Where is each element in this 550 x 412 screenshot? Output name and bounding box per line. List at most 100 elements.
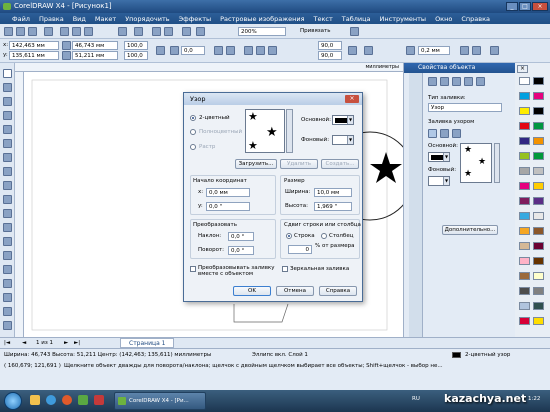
convert-to-curves-icon[interactable] <box>490 46 499 55</box>
outline-tab-icon[interactable] <box>440 77 449 86</box>
prev-page-icon[interactable]: ◄ <box>22 340 26 346</box>
fill-tool-icon[interactable] <box>3 307 12 316</box>
options-icon[interactable] <box>350 27 359 36</box>
interactive-fill-tool-icon[interactable] <box>3 321 12 330</box>
two-color-radio[interactable] <box>190 115 196 121</box>
eyedropper-tool-icon[interactable] <box>3 279 12 288</box>
cancel-button[interactable]: Отмена <box>276 286 314 296</box>
new-document-icon[interactable] <box>4 27 13 36</box>
pie-icon[interactable] <box>256 46 265 55</box>
close-button[interactable]: × <box>532 2 548 11</box>
color-swatch[interactable] <box>519 122 530 130</box>
menu-window[interactable]: Окно <box>435 15 452 23</box>
direction-icon[interactable] <box>348 46 357 55</box>
menu-effects[interactable]: Эффекты <box>179 15 212 23</box>
docker-tabs[interactable] <box>409 73 423 337</box>
color-swatch[interactable] <box>519 257 530 265</box>
color-swatch[interactable] <box>533 242 544 250</box>
freehand-tool-icon[interactable] <box>3 125 12 134</box>
smart-fill-tool-icon[interactable] <box>3 139 12 148</box>
shape-tool-icon[interactable] <box>3 83 12 92</box>
ie-icon[interactable] <box>46 395 56 405</box>
print-icon[interactable] <box>44 27 53 36</box>
position-x-field[interactable]: 142,463 мм <box>9 41 59 50</box>
offset-percent-field[interactable]: 0 <box>288 245 312 254</box>
docker-advanced-button[interactable]: Дополнительно... <box>442 225 498 235</box>
no-color-swatch[interactable]: × <box>517 65 528 73</box>
text-tool-icon[interactable] <box>3 209 12 218</box>
color-swatch[interactable] <box>533 77 544 85</box>
color-swatch[interactable] <box>519 167 530 175</box>
color-swatch[interactable] <box>533 137 544 145</box>
maximize-button[interactable]: □ <box>519 2 531 11</box>
dimension-tool-icon[interactable] <box>3 237 12 246</box>
docker-pattern-preview[interactable]: ★ ★ ★ <box>460 143 492 183</box>
color-swatch[interactable] <box>519 92 530 100</box>
color-swatch[interactable] <box>519 287 530 295</box>
menu-edit[interactable]: Правка <box>39 15 64 23</box>
menu-view[interactable]: Вид <box>73 15 86 23</box>
two-color-pattern-icon[interactable] <box>428 129 437 138</box>
scale-height-field[interactable]: 100,0 <box>124 51 148 60</box>
basic-shapes-tool-icon[interactable] <box>3 195 12 204</box>
ok-button[interactable]: OK <box>233 286 271 296</box>
tile-height-field[interactable]: 1,969 " <box>314 202 352 211</box>
bitmap-pattern-icon[interactable] <box>452 129 461 138</box>
help-button[interactable]: Справка <box>319 286 357 296</box>
save-icon[interactable] <box>28 27 37 36</box>
tile-width-field[interactable]: 10,0 мм <box>314 188 352 197</box>
color-swatch[interactable] <box>533 302 544 310</box>
front-color-picker[interactable]: ▼ <box>332 115 354 125</box>
color-swatch[interactable] <box>519 182 530 190</box>
menu-layout[interactable]: Макет <box>95 15 116 23</box>
row-offset-radio[interactable] <box>286 233 292 239</box>
menu-text[interactable]: Текст <box>314 15 333 23</box>
menu-help[interactable]: Справка <box>461 15 490 23</box>
color-swatch[interactable] <box>519 317 530 325</box>
menu-bitmaps[interactable]: Растровые изображения <box>220 15 304 23</box>
snap-to-dropdown[interactable]: Привязать <box>300 28 331 34</box>
color-swatch[interactable] <box>533 122 544 130</box>
color-swatch[interactable] <box>533 197 544 205</box>
to-front-icon[interactable] <box>460 46 469 55</box>
redo-icon[interactable] <box>134 27 143 36</box>
skew-field[interactable]: 0,0 ° <box>228 232 254 241</box>
taskbar-coreldraw-button[interactable]: CorelDRAW X4 - [Ри... <box>114 392 206 410</box>
color-swatch[interactable] <box>519 197 530 205</box>
table-tool-icon[interactable] <box>3 223 12 232</box>
copy-icon[interactable] <box>72 27 81 36</box>
undo-icon[interactable] <box>118 27 127 36</box>
color-swatch[interactable] <box>519 107 530 115</box>
folder-icon[interactable] <box>78 395 88 405</box>
welcome-screen-icon[interactable] <box>196 27 205 36</box>
origin-y-field[interactable]: 0,0 " <box>206 202 250 211</box>
origin-x-field[interactable]: 0,0 мм <box>206 188 250 197</box>
media-icon[interactable] <box>62 395 72 405</box>
mirror-vertical-icon[interactable] <box>226 46 235 55</box>
first-page-icon[interactable]: |◄ <box>4 340 10 346</box>
zoom-tool-icon[interactable] <box>3 111 12 120</box>
color-swatch[interactable] <box>519 302 530 310</box>
start-angle-field[interactable]: 90,0 <box>318 41 342 50</box>
dialog-close-button[interactable]: × <box>345 95 359 103</box>
color-swatch[interactable] <box>519 152 530 160</box>
delete-button[interactable]: Удалить <box>280 159 318 169</box>
bitmap-radio[interactable] <box>190 144 196 150</box>
menu-file[interactable]: Файл <box>12 15 30 23</box>
paste-icon[interactable] <box>84 27 93 36</box>
language-indicator[interactable]: RU <box>412 396 420 402</box>
docker-back-color-picker[interactable]: ▼ <box>428 176 450 186</box>
color-swatch[interactable] <box>519 137 530 145</box>
mirror-fill-checkbox[interactable] <box>282 266 288 272</box>
color-swatch[interactable] <box>533 257 544 265</box>
color-swatch[interactable] <box>519 77 530 85</box>
polygon-tool-icon[interactable] <box>3 181 12 190</box>
color-swatch[interactable] <box>519 227 530 235</box>
fill-type-select[interactable]: Узор <box>428 103 502 112</box>
color-swatch[interactable] <box>533 317 544 325</box>
to-back-icon[interactable] <box>472 46 481 55</box>
minimize-button[interactable]: _ <box>506 2 518 11</box>
lock-ratio-icon[interactable] <box>156 46 165 55</box>
outline-tool-icon[interactable] <box>3 293 12 302</box>
app-icon[interactable] <box>94 395 104 405</box>
